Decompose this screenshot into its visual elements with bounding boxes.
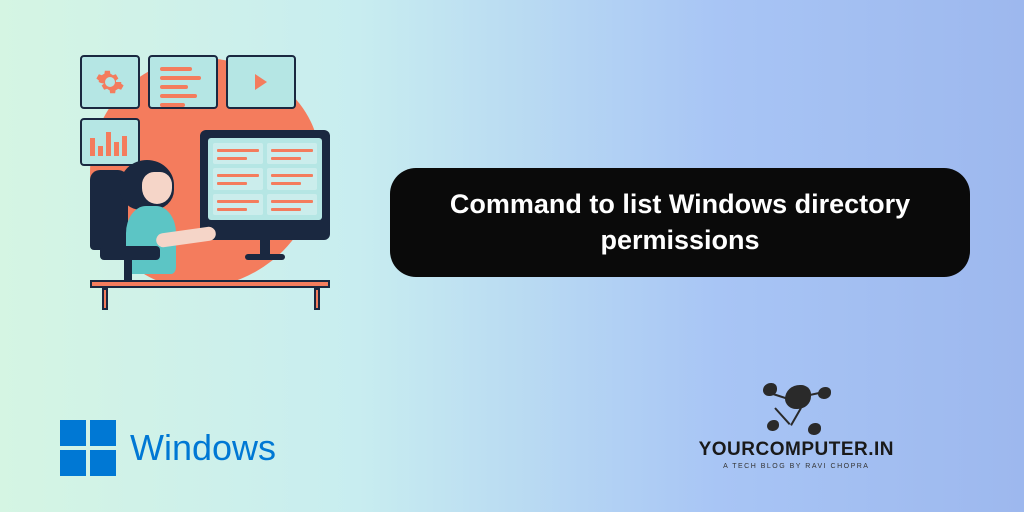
desk-leg — [314, 288, 320, 310]
panel-gear — [80, 55, 140, 109]
page-title: Command to list Windows directory permis… — [390, 168, 970, 277]
panel-video — [226, 55, 296, 109]
desk — [90, 280, 330, 288]
site-logo: YOURCOMPUTER.IN A TECH BLOG BY RAVI CHOP… — [699, 381, 894, 470]
panel-code — [148, 55, 218, 109]
play-icon — [255, 74, 267, 90]
site-tagline: A TECH BLOG BY RAVI CHOPRA — [699, 463, 894, 470]
panel-chart — [80, 118, 140, 166]
windows-label: Windows — [130, 427, 276, 469]
windows-icon — [60, 420, 116, 476]
site-name: YOURCOMPUTER.IN — [699, 439, 894, 461]
monitor — [200, 130, 330, 240]
windows-logo: Windows — [60, 420, 276, 476]
site-logo-icon — [761, 381, 831, 435]
desk-leg — [102, 288, 108, 310]
hero-illustration — [70, 40, 340, 310]
gear-icon — [95, 67, 125, 97]
